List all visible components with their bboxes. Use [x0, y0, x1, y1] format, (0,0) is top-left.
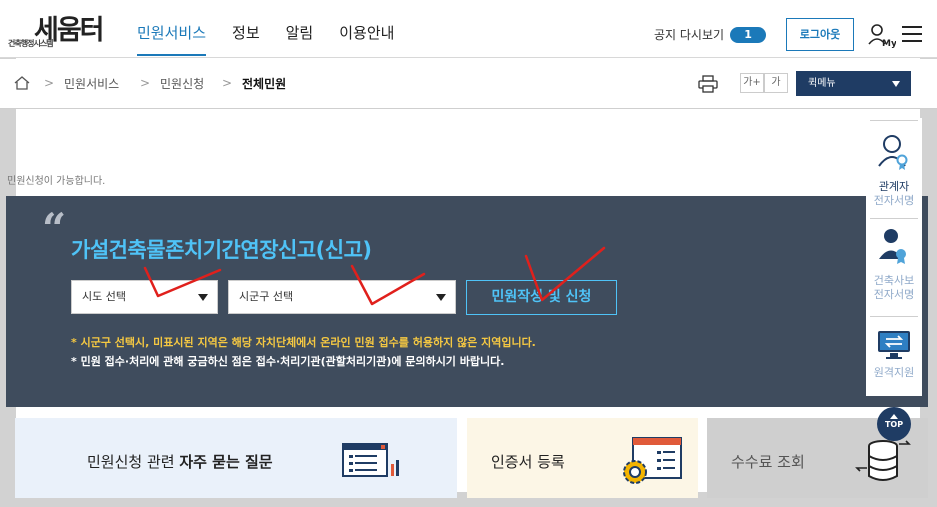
database-transfer-icon — [855, 440, 911, 481]
side-item-label: 전자서명 — [873, 194, 915, 207]
chevron-down-icon — [436, 294, 446, 301]
side-item-label: 관계자 — [878, 180, 910, 193]
side-item-label: 전자서명 — [873, 288, 915, 301]
page: { "header": { "logo_text": "세움터", "logo_… — [0, 0, 937, 507]
inquiry-notice: * 민원 접수·처리에 관해 궁금하신 점은 접수·처리기관(관할처리기관)에 … — [71, 355, 505, 368]
person-badge-icon — [878, 135, 908, 170]
side-divider — [870, 120, 918, 121]
notice-reopen-label: 공지 다시보기 — [654, 28, 725, 42]
civil-petition-title: 가설건축물존치기간연장신고(신고) — [71, 238, 372, 262]
side-item-label: 원격지원 — [873, 366, 915, 379]
breadcrumb-item-current: 전체민원 — [242, 77, 287, 91]
write-and-apply-button[interactable]: 민원작성 및 신청 — [466, 280, 617, 315]
sido-select-value: 시도 선택 — [82, 290, 126, 303]
hamburger-menu-icon[interactable] — [902, 24, 924, 44]
breadcrumb-item-civil-service[interactable]: 민원서비스 — [64, 75, 119, 92]
faq-card-prefix: 민원신청 관련 — [87, 453, 180, 471]
side-item-architect-signature[interactable]: 건축사보 전자서명 — [866, 226, 922, 302]
breadcrumb-separator-icon: > — [140, 76, 151, 90]
side-item-party-signature[interactable]: 관계자 전자서명 — [866, 134, 922, 208]
certificate-card-label: 인증서 등록 — [491, 453, 565, 471]
person-seal-icon — [879, 229, 906, 264]
chevron-down-icon — [892, 81, 900, 87]
region-notice: * 시군구 선택시, 미표시된 지역은 해당 자치단체에서 온라인 민원 접수를… — [71, 336, 536, 349]
arrow-up-icon — [890, 414, 898, 419]
quick-menu-select[interactable]: 퀵메뉴 — [796, 71, 911, 96]
side-item-label: 건축사보 — [873, 274, 915, 287]
certificate-card[interactable]: 인증서 등록 — [467, 418, 698, 498]
side-divider — [870, 316, 918, 317]
my-page-icon[interactable]: My — [866, 22, 896, 48]
my-label: My — [882, 39, 896, 48]
breadcrumb-item-apply[interactable]: 민원신청 — [160, 75, 204, 92]
notice-reopen-toggle[interactable]: 공지 다시보기 1 — [654, 26, 767, 43]
logout-button[interactable]: 로그아웃 — [786, 18, 854, 51]
nav-notice[interactable]: 알림 — [286, 22, 314, 56]
nav-guide[interactable]: 이용안내 — [339, 22, 394, 56]
logo-swoosh-icon — [33, 12, 47, 26]
faq-card-label: 민원신청 관련 자주 묻는 질문 — [87, 451, 273, 472]
notice-count-badge[interactable]: 1 — [730, 26, 767, 43]
breadcrumb-bar: > 민원서비스 > 민원신청 > 전체민원 가+ 가 퀵메뉴 — [0, 59, 937, 109]
nav-civil-service[interactable]: 민원서비스 — [137, 22, 207, 56]
quote-mark-icon: “ — [42, 204, 67, 253]
site-logo[interactable]: 세움터 건축행정시스템 — [8, 8, 120, 50]
side-divider — [870, 218, 918, 219]
logo-subtitle: 건축행정시스템 — [8, 39, 54, 48]
global-nav: 민원서비스 정보 알림 이용안내 — [137, 22, 394, 58]
remote-monitor-icon — [878, 331, 910, 359]
scroll-top-button[interactable]: TOP — [877, 407, 911, 441]
breadcrumb-separator-icon: > — [222, 76, 233, 90]
document-chart-icon — [342, 443, 399, 477]
certificate-gear-icon — [623, 437, 682, 484]
breadcrumb-separator-icon: > — [44, 76, 55, 90]
scroll-top-label: TOP — [884, 420, 904, 429]
font-decrease-button[interactable]: 가 — [764, 73, 788, 93]
nav-info[interactable]: 정보 — [232, 22, 260, 56]
faq-card-bold: 자주 묻는 질문 — [179, 453, 273, 471]
availability-status: 민원신청이 가능합니다. — [7, 176, 106, 187]
sido-select[interactable]: 시도 선택 — [71, 280, 218, 314]
sigungu-select-value: 시군구 선택 — [239, 290, 294, 303]
print-icon[interactable] — [698, 75, 718, 93]
font-increase-button[interactable]: 가+ — [740, 73, 764, 93]
font-size-controls: 가+ 가 — [740, 73, 788, 93]
chevron-down-icon — [198, 294, 208, 301]
side-item-remote-support[interactable]: 원격지원 — [866, 328, 922, 380]
sigungu-select[interactable]: 시군구 선택 — [228, 280, 456, 314]
site-header: 세움터 건축행정시스템 민원서비스 정보 알림 이용안내 공지 다시보기 1 로… — [0, 0, 937, 58]
fee-lookup-label: 수수료 조회 — [731, 453, 805, 471]
home-icon[interactable] — [14, 75, 30, 91]
faq-card[interactable]: 민원신청 관련 자주 묻는 질문 — [15, 418, 457, 498]
quick-menu-label: 퀵메뉴 — [808, 78, 836, 89]
